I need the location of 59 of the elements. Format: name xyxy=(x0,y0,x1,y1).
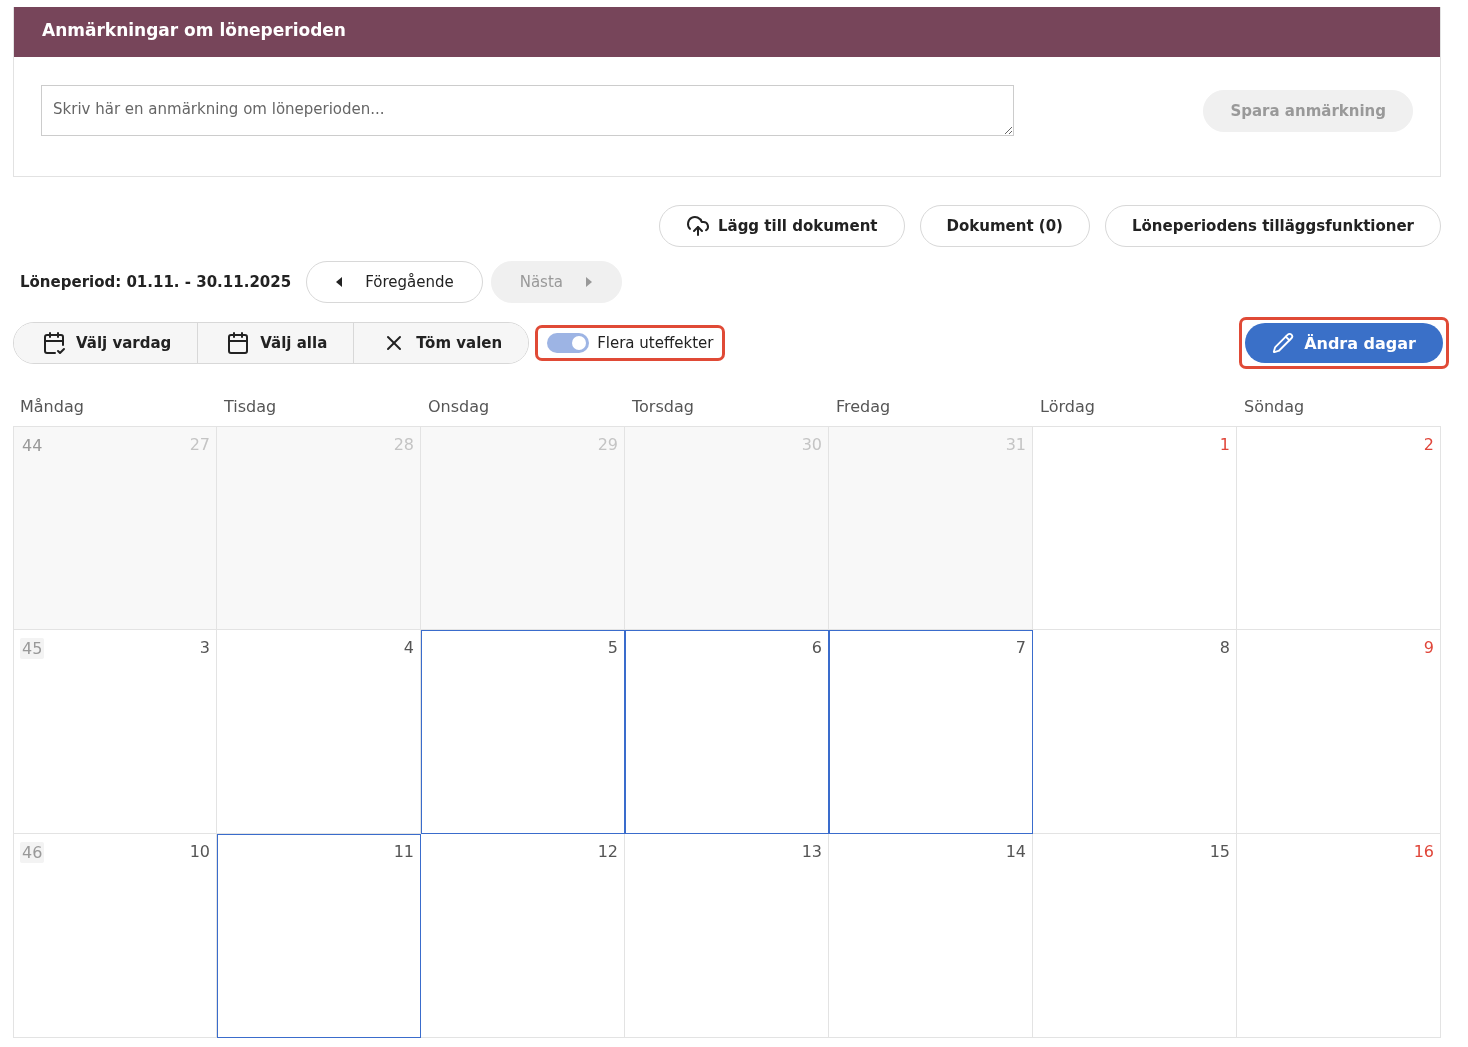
week-number: 46 xyxy=(20,842,45,863)
day-cell[interactable]: 2 xyxy=(1237,426,1441,630)
day-number: 9 xyxy=(1423,638,1434,657)
day-cell[interactable]: 14 xyxy=(829,834,1033,1038)
day-cell[interactable]: 12 xyxy=(421,834,625,1038)
calendar-day-icon xyxy=(42,331,66,355)
day-cell[interactable]: 46 10 xyxy=(13,834,217,1038)
day-cell[interactable]: 1 xyxy=(1033,426,1237,630)
calendar-icon xyxy=(226,331,251,355)
day-number: 4 xyxy=(403,638,414,657)
day-number: 16 xyxy=(1413,842,1434,861)
previous-button[interactable]: Föregående xyxy=(306,261,483,303)
weekday-header: Lördag xyxy=(1039,396,1096,418)
day-number: 3 xyxy=(199,638,210,657)
day-number: 10 xyxy=(189,842,210,861)
day-cell[interactable]: 16 xyxy=(1237,834,1441,1038)
weekday-header: Måndag xyxy=(19,396,85,418)
day-cell[interactable]: 6 xyxy=(625,630,829,834)
weekday-header: Torsdag xyxy=(631,396,695,418)
weekday-header: Tisdag xyxy=(223,396,278,418)
period-label: Löneperiod: 01.11. - 30.11.2025 xyxy=(19,273,293,291)
day-number: 7 xyxy=(1015,638,1026,657)
day-cell[interactable]: 11 xyxy=(217,834,421,1038)
day-cell[interactable]: 7 xyxy=(829,630,1033,834)
day-cell[interactable]: 9 xyxy=(1237,630,1441,834)
document-action-button[interactable]: Dokument (0) xyxy=(919,205,1090,247)
day-cell[interactable]: 13 xyxy=(625,834,829,1038)
weekday-header: Fredag xyxy=(835,396,892,418)
day-number: 12 xyxy=(597,842,618,861)
document-action-button[interactable]: Lägg till dokument xyxy=(658,205,905,247)
day-cell[interactable]: 5 xyxy=(421,630,625,834)
day-number: 8 xyxy=(1219,638,1230,657)
weekday-header: Söndag xyxy=(1243,396,1306,418)
weekday-header: Onsdag xyxy=(427,396,491,418)
day-number: 2 xyxy=(1423,435,1434,454)
day-number: 1 xyxy=(1219,435,1230,454)
day-number: 6 xyxy=(811,638,822,657)
pencil-icon xyxy=(1272,332,1295,354)
week-number: 44 xyxy=(21,435,44,456)
day-cell[interactable]: 4 xyxy=(217,630,421,834)
selection-button[interactable]: Töm valen xyxy=(353,323,529,363)
day-number: 5 xyxy=(607,638,618,657)
day-number: 14 xyxy=(1005,842,1026,861)
week-number: 45 xyxy=(20,638,45,659)
caret-left-icon xyxy=(335,277,344,287)
day-number: 11 xyxy=(393,842,414,861)
day-cell[interactable]: 45 3 xyxy=(13,630,217,834)
day-cell[interactable]: 8 xyxy=(1033,630,1237,834)
edit-days-button[interactable]: Ändra dagar xyxy=(1245,323,1443,363)
panel-title: Anmärkningar om löneperioden xyxy=(14,7,1440,57)
day-number: 13 xyxy=(801,842,822,861)
remark-field[interactable]: Skriv här en anmärkning om löneperioden... xyxy=(41,85,1014,136)
document-action-button[interactable]: Löneperiodens tilläggsfunktioner xyxy=(1104,205,1441,247)
selection-button[interactable]: Välj vardag xyxy=(14,323,198,363)
day-cell[interactable]: 15 xyxy=(1033,834,1237,1038)
selection-button[interactable]: Välj alla xyxy=(197,323,354,363)
day-number: 15 xyxy=(1209,842,1230,861)
cloud-upload-icon xyxy=(685,214,710,238)
caret-right-icon xyxy=(585,277,593,287)
